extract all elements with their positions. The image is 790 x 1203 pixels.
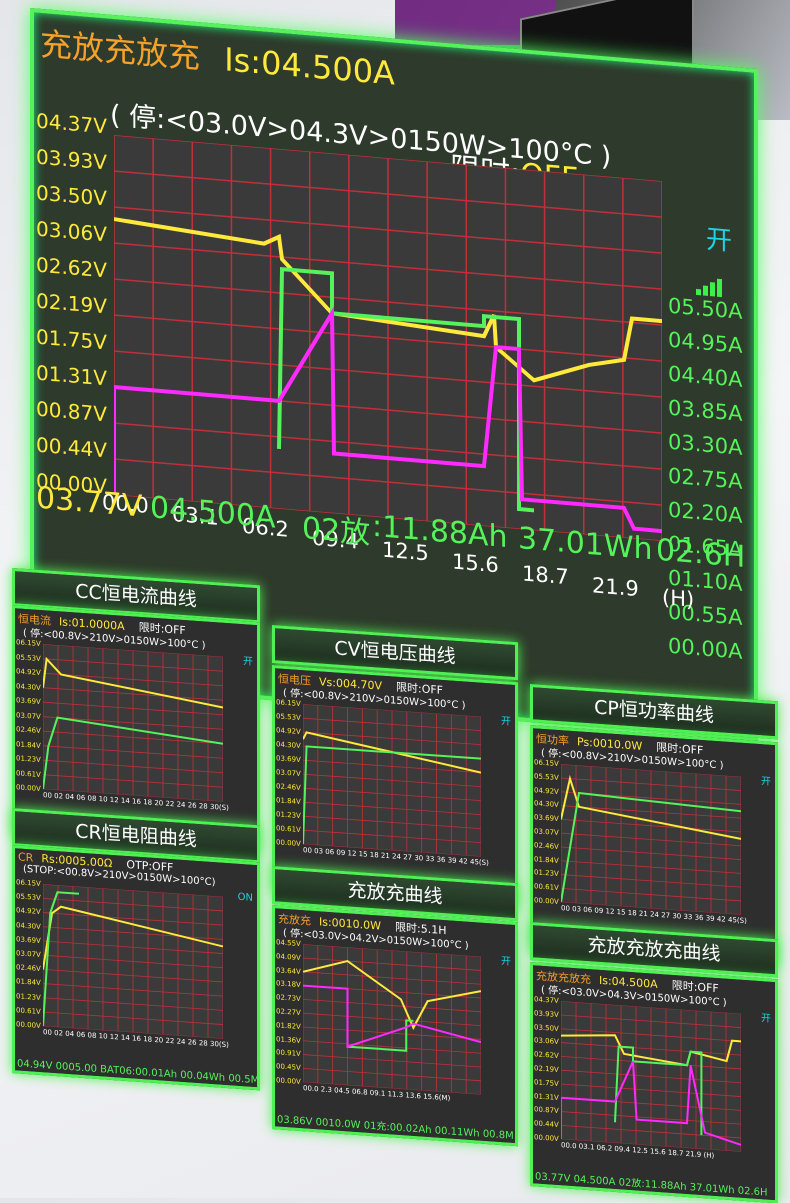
card-y-tick: 00.61V <box>534 882 559 893</box>
card-y-tick: 00.00V <box>16 1020 41 1031</box>
card-footer: 03.86V 0010.0W 01充:00.02Ah 00.11Wh 00.8M <box>277 1114 514 1142</box>
card-status-icon: ON <box>237 891 253 904</box>
card-y-tick: 04.30V <box>16 920 41 931</box>
card-screen: 充放充 Is:0010.0W 限时:5.1H( 停:<03.0V>04.2V>015… <box>275 908 515 1143</box>
card-screen: 充放充放充 Is:04.500A 限时:OFF( 停:<03.0V>04.3V>01… <box>533 965 775 1201</box>
card-y-tick: 06.15V <box>16 638 41 649</box>
card-status-icon: 开 <box>761 1013 771 1025</box>
card-y-tick: 03.07V <box>16 949 41 960</box>
card-y-tick: 01.84V <box>276 796 301 807</box>
card-y-tick: 03.06V <box>534 1036 559 1047</box>
card-y-tick: 03.93V <box>534 1009 559 1019</box>
card-y-tick: 04.92V <box>534 785 559 796</box>
card-y-tick: 02.62V <box>534 1050 559 1061</box>
card-y-tick: 00.00V <box>276 838 301 849</box>
card-status-icon: 开 <box>243 656 253 668</box>
card-y-tick: 03.64V <box>276 965 301 976</box>
card-y-tick: 03.69V <box>16 935 41 945</box>
card-y-tick: 02.19V <box>534 1064 559 1075</box>
card-y-tick: 00.61V <box>16 1006 41 1016</box>
card-y-tick: 01.23V <box>276 810 301 821</box>
card-y-tick: 00.87V <box>534 1105 559 1116</box>
card-y-tick: 04.37V <box>534 995 559 1006</box>
card-y-tick: 06.15V <box>534 758 559 769</box>
card-y-tick: 05.53V <box>16 652 41 663</box>
card-y-tick: 00.61V <box>276 824 301 835</box>
card-y-tick: 01.23V <box>534 868 559 879</box>
current-label: Is: <box>224 40 262 82</box>
footer-cycle: 02放 <box>302 510 371 552</box>
card-y-tick: 05.53V <box>534 772 559 782</box>
card-y-tick: 00.00V <box>276 1076 301 1087</box>
card-y-tick: 03.18V <box>276 979 301 990</box>
card-y-tick: 01.82V <box>276 1021 301 1031</box>
card-y-tick: 00.61V <box>16 768 41 779</box>
card-y-tick: 06.15V <box>16 878 41 889</box>
card-y-tick: 02.46V <box>534 841 559 851</box>
card-y-tick: 01.84V <box>16 739 41 750</box>
card-y-tick: 00.00V <box>16 783 41 794</box>
status-icon: 开 <box>706 224 733 257</box>
mode-card[interactable]: 充放充 Is:0010.0W 限时:5.1H( 停:<03.0V>04.2V>015… <box>272 905 518 1147</box>
card-y-tick: 00.00V <box>534 1133 559 1144</box>
card-y-tick: 00.45V <box>276 1062 301 1073</box>
x-tick: (H) <box>662 585 695 612</box>
card-y-tick: 01.23V <box>16 991 41 1002</box>
main-chart <box>114 135 662 542</box>
card-y-tick: 03.50V <box>534 1022 559 1033</box>
card-y-tick: 03.69V <box>276 754 301 765</box>
card-status-icon: 开 <box>761 776 771 788</box>
card-footer: 03.77V 04.500A 02放:11.88Ah 37.01Wh 02.6H <box>535 1171 768 1199</box>
card-y-tick: 02.46V <box>276 782 301 793</box>
card-y-tick: 02.46V <box>16 725 41 736</box>
card-y-tick: 01.23V <box>16 754 41 765</box>
card-y-tick: 01.36V <box>276 1034 301 1045</box>
card-y-tick: 04.92V <box>16 906 41 917</box>
card-y-tick: 01.75V <box>534 1078 559 1088</box>
card-status-icon: 开 <box>501 956 511 968</box>
card-chart <box>561 1001 741 1152</box>
card-chart <box>43 884 223 1039</box>
card-y-tick: 03.69V <box>16 696 41 707</box>
card-y-tick: 01.84V <box>16 977 41 988</box>
card-y-tick: 04.55V <box>276 938 301 949</box>
card-mode: CR <box>18 850 34 865</box>
card-y-tick: 02.73V <box>276 993 301 1004</box>
card-y-tick: 03.07V <box>16 710 41 721</box>
card-y-tick: 06.15V <box>276 698 301 709</box>
signal-icon <box>696 276 724 298</box>
mode-card[interactable]: 充放充放充 Is:04.500A 限时:OFF( 停:<03.0V>04.3V>01… <box>530 962 778 1203</box>
card-y-tick: 03.07V <box>534 827 559 838</box>
card-chart <box>303 944 481 1095</box>
card-y-tick: 04.30V <box>534 799 559 810</box>
card-y-tick: 05.53V <box>276 712 301 723</box>
card-y-tick: 02.46V <box>16 963 41 974</box>
card-y-tick: 04.30V <box>276 740 301 751</box>
card-footer: 04.94V 0005.00 BAT06:00.01Ah 00.04Wh 00.… <box>17 1058 260 1087</box>
card-y-tick: 04.09V <box>276 952 301 962</box>
card-y-tick: 04.30V <box>16 681 41 692</box>
footer-time: 02.6H <box>656 532 746 576</box>
card-chart <box>561 764 741 915</box>
card-chart <box>43 644 223 802</box>
x-tick: 18.7 <box>522 561 569 590</box>
card-y-tick: 00.44V <box>534 1119 559 1130</box>
card-y-tick: 00.91V <box>276 1048 301 1059</box>
card-screen: CR Rs:0005.00Ω OTP:OFF (STOP:<00.8V>210V>01… <box>15 848 260 1088</box>
card-y-tick: 04.92V <box>16 667 41 678</box>
card-y-tick: 01.84V <box>534 854 559 865</box>
card-y-tick: 03.69V <box>534 813 559 824</box>
card-y-tick: 01.31V <box>534 1091 559 1102</box>
card-y-tick: 05.53V <box>16 892 41 903</box>
x-tick: 21.9 <box>592 573 639 602</box>
card-status-icon: 开 <box>501 716 511 728</box>
card-y-tick: 02.27V <box>276 1007 301 1018</box>
card-y-tick: 03.07V <box>276 768 301 779</box>
card-chart <box>303 704 481 857</box>
card-y-tick: 00.00V <box>534 896 559 907</box>
card-y-tick: 04.92V <box>276 726 301 737</box>
mode-card[interactable]: CR Rs:0005.00Ω OTP:OFF (STOP:<00.8V>210V>01… <box>12 845 260 1091</box>
